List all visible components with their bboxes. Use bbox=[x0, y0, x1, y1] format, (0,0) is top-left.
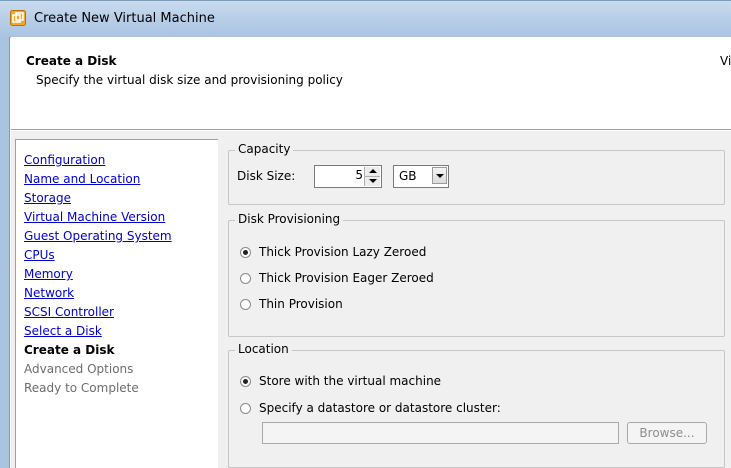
capacity-group: Capacity Disk Size: 5 GB bbox=[228, 142, 725, 205]
step-network[interactable]: Network bbox=[24, 286, 74, 300]
step-create-a-disk: Create a Disk bbox=[24, 343, 115, 357]
wizard-content: Configuration Name and Location Storage … bbox=[11, 131, 731, 468]
spin-down-arrow-icon[interactable] bbox=[365, 177, 380, 186]
step-name-and-location[interactable]: Name and Location bbox=[24, 172, 140, 186]
thin-provision-label[interactable]: Thin Provision bbox=[259, 297, 343, 311]
thick-eager-zeroed-label[interactable]: Thick Provision Eager Zeroed bbox=[259, 271, 434, 285]
radio-specify-datastore[interactable] bbox=[240, 403, 251, 414]
step-cpus[interactable]: CPUs bbox=[24, 248, 55, 262]
spinner-buttons bbox=[364, 167, 380, 186]
window-left-border bbox=[0, 37, 10, 468]
disk-provisioning-group: Disk Provisioning Thick Provision Lazy Z… bbox=[228, 212, 725, 337]
radio-thick-eager-zeroed[interactable] bbox=[240, 273, 251, 284]
specify-datastore-label[interactable]: Specify a datastore or datastore cluster… bbox=[259, 401, 501, 415]
wizard-window: Create New Virtual Machine Create a Disk… bbox=[0, 0, 731, 468]
vsphere-app-icon bbox=[10, 10, 26, 26]
radio-thick-lazy-zeroed[interactable] bbox=[240, 247, 251, 258]
step-storage[interactable]: Storage bbox=[24, 191, 71, 205]
disk-size-label: Disk Size: bbox=[237, 169, 296, 183]
capacity-legend: Capacity bbox=[235, 142, 294, 156]
window-title: Create New Virtual Machine bbox=[34, 11, 215, 26]
browse-button[interactable]: Browse... bbox=[627, 422, 707, 444]
step-memory[interactable]: Memory bbox=[24, 267, 73, 281]
location-group: Location Store with the virtual machine … bbox=[228, 342, 725, 468]
step-configuration[interactable]: Configuration bbox=[24, 153, 105, 167]
store-with-vm-label[interactable]: Store with the virtual machine bbox=[259, 374, 441, 388]
step-select-a-disk[interactable]: Select a Disk bbox=[24, 324, 102, 338]
disk-unit-value: GB bbox=[399, 169, 417, 183]
page-subtitle: Specify the virtual disk size and provis… bbox=[36, 73, 343, 87]
step-scsi-controller[interactable]: SCSI Controller bbox=[24, 305, 114, 319]
step-virtual-machine-version[interactable]: Virtual Machine Version bbox=[24, 210, 165, 224]
location-legend: Location bbox=[235, 342, 292, 356]
radio-thin-provision[interactable] bbox=[240, 299, 251, 310]
wizard-header: Create a Disk Specify the virtual disk s… bbox=[11, 37, 731, 129]
disk-unit-select[interactable]: GB bbox=[393, 165, 449, 188]
title-bar[interactable]: Create New Virtual Machine bbox=[0, 0, 731, 38]
page-title: Create a Disk bbox=[26, 54, 117, 68]
step-advanced-options: Advanced Options bbox=[24, 362, 134, 376]
thick-lazy-zeroed-label[interactable]: Thick Provision Lazy Zeroed bbox=[259, 245, 426, 259]
step-ready-to-complete: Ready to Complete bbox=[24, 381, 139, 395]
wizard-steps-list: Configuration Name and Location Storage … bbox=[15, 139, 218, 468]
chevron-down-icon[interactable] bbox=[432, 167, 447, 184]
disk-provisioning-legend: Disk Provisioning bbox=[235, 212, 344, 226]
radio-store-with-vm[interactable] bbox=[240, 376, 251, 387]
disk-size-value: 5 bbox=[355, 168, 363, 182]
spin-up-arrow-icon[interactable] bbox=[365, 167, 380, 177]
datastore-field bbox=[262, 422, 619, 444]
step-guest-operating-system[interactable]: Guest Operating System bbox=[24, 229, 172, 243]
disk-size-spinner[interactable]: 5 bbox=[314, 165, 382, 188]
header-right-text: Virt bbox=[720, 54, 731, 68]
